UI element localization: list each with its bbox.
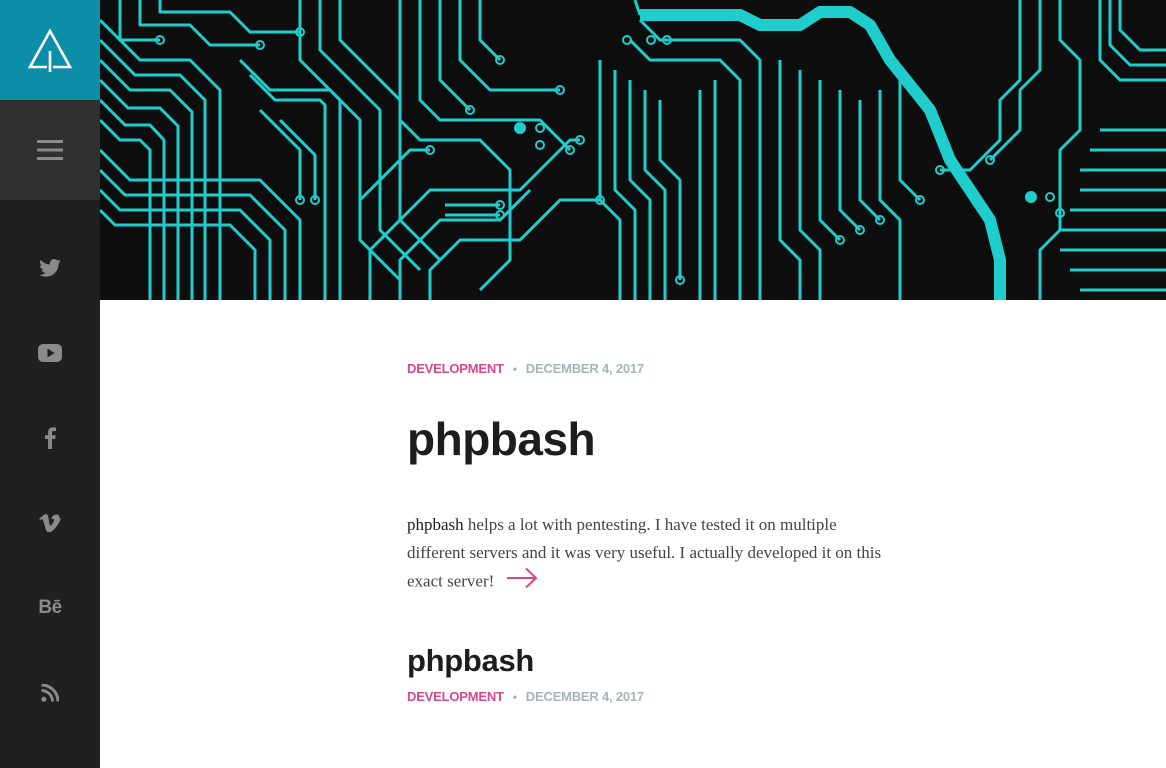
youtube-icon (38, 344, 62, 362)
vimeo-link[interactable] (0, 503, 100, 543)
menu-button[interactable] (0, 100, 100, 200)
rss-icon (41, 684, 59, 702)
category-link[interactable]: Development (407, 361, 504, 376)
post-date: December 4, 2017 (525, 361, 644, 376)
excerpt-lead: phpbash (407, 515, 464, 534)
post-date: December 4, 2017 (525, 689, 644, 704)
youtube-link[interactable] (0, 333, 100, 373)
behance-link[interactable]: Bē (0, 588, 100, 628)
post-title-link[interactable]: phpbash (407, 645, 534, 676)
arrow-right-icon (507, 567, 538, 589)
rss-link[interactable] (0, 673, 100, 713)
post-meta: Development • December 4, 2017 (407, 361, 644, 376)
sidebar: Bē (0, 0, 100, 768)
facebook-icon (45, 427, 56, 449)
meta-separator: • (512, 362, 517, 376)
twitter-icon (39, 259, 61, 277)
category-link[interactable]: Development (407, 689, 504, 704)
behance-icon: Bē (38, 597, 62, 618)
hero-banner (100, 0, 1166, 300)
twitter-link[interactable] (0, 248, 100, 288)
hamburger-icon (37, 140, 63, 160)
triangle-tree-logo-icon (27, 28, 73, 73)
circuit-board-image (100, 0, 1166, 300)
vimeo-icon (39, 514, 61, 532)
logo-link[interactable] (0, 0, 100, 100)
post-meta: Development • December 4, 2017 (407, 689, 644, 704)
post-excerpt: phpbash helps a lot with pentesting. I h… (407, 511, 887, 598)
read-more-link[interactable] (506, 567, 538, 598)
facebook-link[interactable] (0, 418, 100, 458)
excerpt-text: helps a lot with pentesting. I have test… (407, 515, 882, 591)
meta-separator: • (512, 690, 517, 704)
post-title-link[interactable]: phpbash (407, 416, 596, 462)
